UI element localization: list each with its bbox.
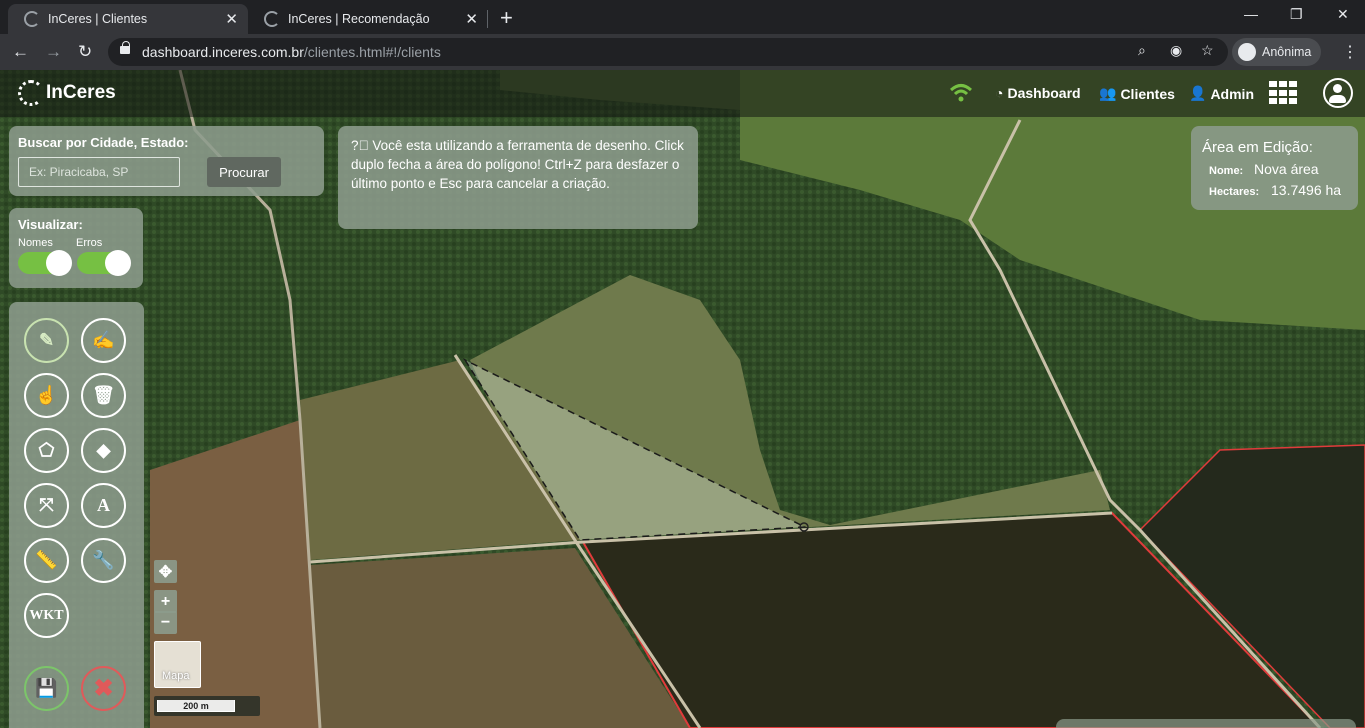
toggle-label-erros: Erros [76,237,103,249]
zoom-out-button[interactable]: − [154,611,177,634]
incognito-profile-button[interactable]: Anônima [1232,38,1322,66]
toggle-erros[interactable] [77,250,131,276]
tab-title: InCeres | Clientes [48,12,148,26]
search-button[interactable]: Procurar [207,157,281,187]
scale-bar: 200 m [154,696,260,716]
tab-recomendacao[interactable]: InCeres | Recomendação ✕ [248,4,488,34]
tab-title: InCeres | Recomendação [288,12,430,26]
edit-area-title: Área em Edição: [1202,139,1313,156]
drawing-help-text: Você esta utilizando a ferramenta de des… [351,138,684,191]
area-name-label: Nome: [1209,165,1244,177]
url-text[interactable]: dashboard.inceres.com.br/clientes.html#!… [142,44,441,60]
users-icon: 👥 [1099,85,1117,101]
delete-button[interactable]: 🗑 [81,373,126,418]
wkt-button[interactable]: WKT [24,593,69,638]
profile-label: Anônima [1262,45,1312,59]
draw-pencil-button[interactable]: ✎ [24,318,69,363]
inceres-logo[interactable]: InCeres [18,78,116,108]
basemap-label: Mapa [162,670,190,682]
tab-divider [487,10,488,28]
ruler-icon: 📏 [35,550,58,570]
area-name-value: Nova área [1254,161,1319,177]
zoom-icon[interactable]: ⌕ [1138,42,1146,59]
visualize-panel: Visualizar: Nomes Erros [9,208,143,288]
address-bar-row: ← → ↻ dashboard.inceres.com.br/clientes.… [0,34,1365,70]
omnibox[interactable]: dashboard.inceres.com.br/clientes.html#!… [108,38,1228,66]
close-icon[interactable]: ✕ [225,10,238,28]
label-text-button[interactable]: A [81,483,126,528]
edit-button[interactable]: ✍ [81,318,126,363]
hand-pointer-icon: ☝ [35,385,58,405]
apps-grid-icon[interactable] [1269,81,1297,105]
nav-clientes[interactable]: 👥 Clientes [1099,85,1175,102]
browser-tab-bar: InCeres | Clientes ✕ InCeres | Recomenda… [0,0,1365,34]
settings-wrench-button[interactable]: 🔧 [81,538,126,583]
select-hand-button[interactable]: ☝ [24,373,69,418]
app-viewport: InCeres ◔ Dashboard 👥 Clientes 👤 Admin B… [0,70,1365,728]
window-close-icon[interactable]: ✕ [1337,6,1349,23]
pan-move-icon[interactable]: ✥ [154,560,177,583]
area-hectares-value: 13.7496 ha [1271,182,1342,198]
close-x-icon: ✖ [93,675,114,702]
menu-kebab-icon[interactable]: ⋮ [1342,42,1358,62]
inceres-favicon-icon [264,11,280,27]
drawing-tools-panel: ✎ ✍ ☝ 🗑 ⬠ ◆ ⤧ A 📏 🔧 WKT 💾 ✖ [9,302,144,728]
polygon-icon: ◆ [96,440,111,460]
nav-dashboard[interactable]: ◔ Dashboard [995,85,1081,101]
expand-arrows-icon: ⤧ [39,495,54,515]
visualize-title: Visualizar: [18,217,83,232]
close-icon[interactable]: ✕ [465,10,478,28]
lock-icon [120,41,130,54]
dashboard-gauge-icon: ◔ [995,85,1004,101]
toggle-label-nomes: Nomes [18,237,53,249]
polygon-add-button[interactable]: ⬠ [24,428,69,473]
nav-admin[interactable]: 👤 Admin [1189,85,1254,102]
pencil-icon: ✎ [38,330,55,350]
inceres-favicon-icon [24,11,40,27]
toggle-nomes[interactable] [18,250,72,276]
search-input[interactable] [18,157,180,187]
minimize-icon[interactable]: — [1244,6,1258,22]
tracking-blocked-icon[interactable]: ◉ [1170,42,1182,59]
bottom-panel-edge [1056,719,1356,728]
basemap-switcher[interactable]: Mapa [154,641,201,688]
scale-label: 200 m [157,700,235,712]
wifi-icon [950,84,972,102]
account-icon[interactable] [1323,78,1353,108]
star-icon[interactable]: ☆ [1201,42,1214,59]
save-button[interactable]: 💾 [24,666,69,711]
search-label: Buscar por Cidade, Estado: [18,135,189,150]
question-circle-icon: ?⃝ [351,138,373,153]
edit-area-panel: Área em Edição: Nome: Nova área Hectares… [1191,126,1358,210]
measure-ruler-button[interactable]: 📏 [24,538,69,583]
new-tab-icon[interactable]: + [500,5,513,31]
search-panel: Buscar por Cidade, Estado: Procurar [9,126,324,196]
floppy-disk-icon: 💾 [35,678,58,698]
edit-square-icon: ✍ [92,330,115,350]
polygon-shape-button[interactable]: ◆ [81,428,126,473]
incognito-icon [1238,43,1256,61]
user-plus-icon: 👤 [1189,85,1207,101]
text-a-icon: A [97,495,110,515]
app-header: InCeres ◔ Dashboard 👥 Clientes 👤 Admin [0,70,1365,117]
area-hectares-label: Hectares: [1209,186,1260,198]
drawing-help-panel: ?⃝ Você esta utilizando a ferramenta de … [338,126,698,229]
logo-ring-icon [18,80,44,106]
trash-icon: 🗑 [92,385,115,405]
wrench-icon: 🔧 [92,550,115,570]
back-icon[interactable]: ← [12,42,29,62]
cancel-button[interactable]: ✖ [81,666,126,711]
restore-icon[interactable]: ❐ [1290,6,1303,23]
reload-icon[interactable]: ↻ [78,42,92,62]
fit-extent-button[interactable]: ⤧ [24,483,69,528]
tab-clientes[interactable]: InCeres | Clientes ✕ [8,4,248,34]
forward-icon[interactable]: → [45,42,62,62]
polygon-plus-icon: ⬠ [38,440,55,460]
zoom-in-button[interactable]: + [154,590,177,613]
